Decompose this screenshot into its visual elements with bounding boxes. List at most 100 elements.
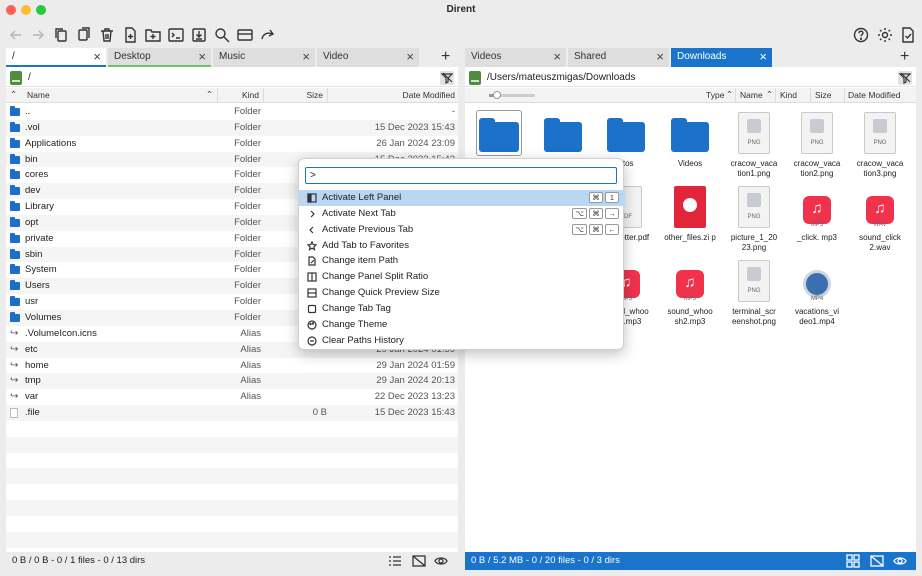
command-item[interactable]: Change Theme	[299, 317, 625, 333]
left-path-bar[interactable]: /	[6, 69, 458, 87]
grid-view-icon[interactable]	[846, 554, 860, 568]
close-tab-icon[interactable]: ×	[406, 48, 414, 65]
command-item[interactable]: Activate Left Panel ⌘ 1	[299, 190, 625, 206]
file-type-tag: MP4	[810, 296, 824, 302]
file-item[interactable]: PNG terminal_scr eenshot.png	[722, 258, 786, 327]
file-item[interactable]: WAV sound_click 2.wav	[848, 184, 912, 253]
table-row[interactable]: .. Folder -	[6, 104, 458, 120]
add-tab-button[interactable]: +	[900, 49, 909, 65]
minimize-window-button[interactable]	[21, 5, 31, 15]
tab-downloads[interactable]: Downloads ×	[671, 48, 772, 67]
file-type-tag: PNG	[747, 214, 761, 220]
preview-eye-icon[interactable]	[434, 554, 448, 568]
zoom-slider[interactable]	[489, 91, 535, 99]
table-row[interactable]: .vol Folder 15 Dec 2023 15:43	[6, 119, 458, 136]
close-tab-icon[interactable]: ×	[759, 48, 767, 65]
table-row[interactable]: Applications Folder 26 Jan 2024 23:09	[6, 136, 458, 152]
new-folder-icon[interactable]	[143, 25, 163, 45]
tab-videos[interactable]: Videos ×	[465, 48, 566, 67]
duplicate-icon[interactable]	[74, 25, 94, 45]
close-tab-icon[interactable]: ×	[93, 48, 101, 65]
sort-kind[interactable]: Kind	[776, 88, 811, 103]
sort-date-modified[interactable]: Date Modified	[845, 88, 916, 103]
command-item[interactable]: Activate Previous Tab ⌥ ⌘ ←	[299, 222, 625, 238]
table-row[interactable]: ↪ home Alias 29 Jan 2024 01:59	[6, 358, 458, 374]
tab-video[interactable]: Video ×	[317, 48, 419, 67]
music-file-icon: MP3	[798, 184, 836, 230]
list-view-icon[interactable]	[388, 554, 402, 568]
left-status-bar: 0 B / 0 B - 0 / 1 files - 0 / 13 dirs	[6, 552, 458, 570]
filter-icon[interactable]	[898, 71, 912, 85]
add-tab-button[interactable]: +	[441, 49, 450, 65]
help-icon[interactable]	[851, 25, 871, 45]
folder-icon	[544, 110, 582, 156]
table-row[interactable]: .file 0 B 15 Dec 2023 15:43	[6, 405, 458, 421]
trash-icon[interactable]	[97, 25, 117, 45]
column-date-modified[interactable]: Date Modified	[328, 88, 458, 103]
hidden-files-icon[interactable]	[412, 554, 426, 568]
search-icon[interactable]	[212, 25, 232, 45]
folder-item[interactable]	[531, 110, 595, 159]
copy-icon[interactable]	[51, 25, 71, 45]
command-item[interactable]: Change item Path	[299, 253, 625, 269]
column-kind[interactable]: Kind	[218, 88, 264, 103]
file-item[interactable]: PNG cracow_vaca tion3.png	[848, 110, 912, 179]
right-path-bar[interactable]: /Users/mateuszmigas/Downloads	[465, 69, 916, 87]
tab-desktop[interactable]: Desktop ×	[108, 48, 211, 67]
command-item[interactable]: Activate Next Tab ⌥ ⌘ →	[299, 206, 625, 222]
panel-layout-icon[interactable]	[235, 25, 255, 45]
file-item[interactable]: PNG cracow_vaca tion2.png	[785, 110, 849, 179]
new-file-icon[interactable]	[120, 25, 140, 45]
gear-icon[interactable]	[875, 25, 895, 45]
column-name[interactable]: Name ⌃	[22, 88, 218, 103]
file-item[interactable]: other_files.zi p	[658, 184, 722, 243]
command-list: Activate Left Panel ⌘ 1 Activate Next Tab ⌥ ⌘…	[299, 190, 625, 348]
command-item[interactable]: Change Quick Preview Size	[299, 285, 625, 301]
close-tab-icon[interactable]: ×	[656, 48, 664, 65]
sort-name[interactable]: Name ⌃	[736, 88, 776, 103]
file-item[interactable]: PNG cracow_vaca tion1.png	[722, 110, 786, 179]
tab-music[interactable]: Music ×	[213, 48, 315, 67]
redo-icon[interactable]	[258, 25, 278, 45]
command-item[interactable]: Change Panel Split Ratio	[299, 269, 625, 285]
file-name: .file	[25, 407, 40, 419]
command-item[interactable]: Clear Paths History	[299, 333, 625, 349]
preview-eye-icon[interactable]	[893, 554, 907, 568]
hidden-files-icon[interactable]	[870, 554, 884, 568]
forward-arrow-icon[interactable]	[28, 25, 48, 45]
file-item[interactable]: MP3 _click. mp3	[785, 184, 849, 243]
file-item[interactable]: PNG picture_1_20 23.png	[722, 184, 786, 253]
command-item[interactable]: Change Tab Tag	[299, 301, 625, 317]
image-file-icon: PNG	[735, 110, 773, 156]
tab-root[interactable]: / ×	[6, 48, 106, 67]
terminal-icon[interactable]	[166, 25, 186, 45]
command-input[interactable]	[305, 167, 617, 184]
file-item[interactable]: MP4 vacations_vi deo1.mp4	[785, 258, 849, 327]
file-name: private	[25, 232, 54, 244]
sort-type[interactable]: Type ⌃	[702, 88, 736, 103]
folder-item[interactable]	[467, 110, 531, 159]
path-text[interactable]: /	[28, 72, 31, 83]
file-item[interactable]: MP3 sound_whoo sh2.mp3	[658, 258, 722, 327]
table-row[interactable]: ↪ var Alias 22 Dec 2023 13:23	[6, 389, 458, 405]
filter-icon[interactable]	[440, 71, 454, 85]
close-tab-icon[interactable]: ×	[553, 48, 561, 65]
left-panel-icon	[307, 193, 317, 203]
close-tab-icon[interactable]: ×	[302, 48, 310, 65]
path-text[interactable]: /Users/mateuszmigas/Downloads	[487, 72, 635, 83]
shortcut-keys: ⌘ 1	[589, 192, 619, 203]
archive-icon[interactable]	[189, 25, 209, 45]
tab-shared[interactable]: Shared ×	[568, 48, 669, 67]
zoom-slider-handle[interactable]	[493, 91, 501, 99]
maximize-window-button[interactable]	[36, 5, 46, 15]
checklist-icon[interactable]	[898, 25, 918, 45]
close-tab-icon[interactable]: ×	[198, 48, 206, 65]
collapse-chevron-icon[interactable]: ⌃	[10, 89, 17, 100]
folder-item[interactable]: Videos	[658, 110, 722, 169]
close-window-button[interactable]	[6, 5, 16, 15]
column-size[interactable]: Size	[264, 88, 328, 103]
sort-size[interactable]: Size	[811, 88, 845, 103]
back-arrow-icon[interactable]	[6, 25, 26, 45]
command-item[interactable]: Add Tab to Favorites	[299, 238, 625, 254]
table-row[interactable]: ↪ tmp Alias 29 Jan 2024 20:13	[6, 373, 458, 390]
